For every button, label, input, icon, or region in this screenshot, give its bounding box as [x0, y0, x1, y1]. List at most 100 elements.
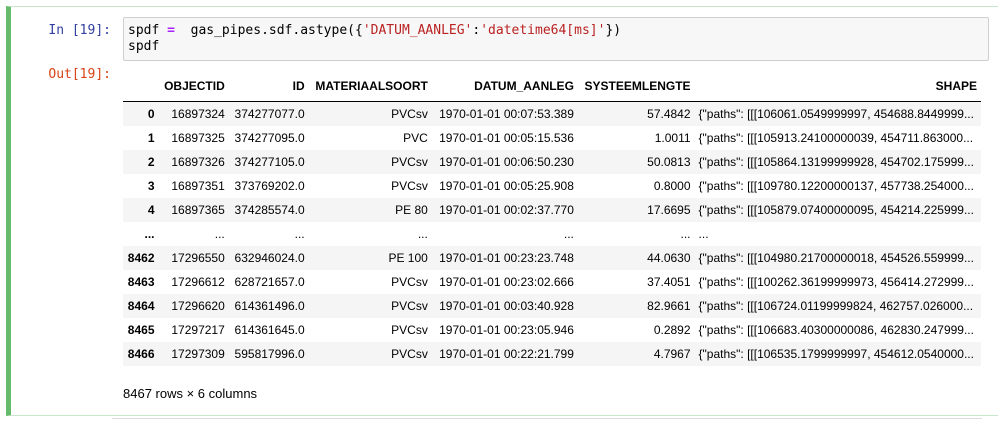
code-call: gas_pipes.sdf.astype({ — [190, 23, 363, 38]
column-header: ID — [228, 71, 309, 102]
column-header: SYSTEEMLENGTE — [577, 71, 695, 102]
table-cell: ... — [563, 227, 574, 241]
table-cell: 16897351 — [171, 179, 225, 193]
table-cell: PVCsv — [391, 275, 428, 289]
row-index: 3 — [147, 179, 155, 193]
header-row: OBJECTID ID MATERIAALSOORT DATUM_AANLEG SYST… — [123, 71, 981, 102]
table-cell: ... — [214, 227, 225, 241]
table-row: 8464 17296620 614361496.0 PVCsv 1970-01-01 0… — [123, 294, 981, 318]
table-cell: 17296550 — [171, 251, 225, 265]
table-cell: 37.4051 — [647, 275, 691, 289]
table-cell: 1970-01-01 00:22:21.799 — [439, 347, 574, 361]
code-key: 'DATUM_AANLEG' — [362, 23, 473, 38]
table-cell: 374277105.0 — [234, 155, 305, 169]
table-cell: {"paths": [[[100262.36199999973, 456414.… — [698, 275, 974, 289]
table-row: 8466 17297309 595817996.0 PVCsv 1970-01-01 0… — [123, 342, 981, 366]
table-cell: PVCsv — [391, 299, 428, 313]
table-cell: 0.8000 — [653, 179, 691, 193]
dataframe-summary: 8467 rows × 6 columns — [123, 386, 258, 401]
table-cell: {"paths": [[[106535.1799999997, 454612.0… — [698, 347, 974, 361]
table-cell: PVCsv — [391, 107, 428, 121]
table-cell: 16897326 — [171, 155, 225, 169]
row-index: 8464 — [127, 299, 155, 313]
table-cell: 1970-01-01 00:05:25.908 — [439, 179, 574, 193]
table-cell: 16897324 — [171, 107, 225, 121]
code-value: 'datetime64[ms]' — [480, 23, 606, 38]
code-operator: = — [167, 23, 175, 38]
output-prompt: Out[19]: — [48, 67, 111, 82]
table-cell: 57.4842 — [647, 107, 691, 121]
table-cell: ... — [698, 227, 709, 241]
table-cell: PVC — [403, 131, 428, 145]
table-row: 8465 17297217 614361645.0 PVCsv 1970-01-01 0… — [123, 318, 981, 342]
table-body: 0 16897324 374277077.0 PVCsv 1970-01-01 00:0… — [123, 101, 981, 366]
table-cell: ... — [294, 227, 305, 241]
table-cell: {"paths": [[[106724.01199999824, 462757.… — [698, 299, 974, 313]
table-row: 8463 17296612 628721657.0 PVCsv 1970-01-01 0… — [123, 270, 981, 294]
code-call-end: }) — [605, 23, 622, 38]
table-cell: 16897325 — [171, 131, 225, 145]
table-cell: 1970-01-01 00:05:15.536 — [439, 131, 574, 145]
table-cell: 374285574.0 — [234, 203, 305, 217]
table-cell: 50.0813 — [647, 155, 691, 169]
table-cell: 82.9661 — [647, 299, 691, 313]
table-cell: {"paths": [[[105864.13199999928, 454702.… — [698, 155, 974, 169]
table-cell: 614361496.0 — [234, 299, 305, 313]
table-cell: {"paths": [[[106061.0549999997, 454688.8… — [698, 107, 974, 121]
row-index: 8462 — [127, 251, 155, 265]
table-cell: 1970-01-01 00:23:23.748 — [439, 251, 574, 265]
row-index: 8466 — [127, 347, 155, 361]
row-index: ... — [144, 227, 155, 241]
table-cell: PVCsv — [391, 323, 428, 337]
table-cell: PVCsv — [391, 347, 428, 361]
table-cell: ... — [417, 227, 428, 241]
table-cell: {"paths": [[[106683.40300000086, 462830.… — [698, 323, 974, 337]
row-index: 4 — [147, 203, 155, 217]
table-cell: 1970-01-01 00:23:05.946 — [439, 323, 574, 337]
notebook-cell[interactable]: In [19]: spdf = gas_pipes.sdf.astype({'D… — [6, 6, 998, 416]
table-cell: 17296620 — [171, 299, 225, 313]
table-cell: PE 80 — [395, 203, 428, 217]
table-cell: 1970-01-01 00:06:50.230 — [439, 155, 574, 169]
table-cell: 17296612 — [171, 275, 225, 289]
table-header: OBJECTID ID MATERIAALSOORT DATUM_AANLEG SYST… — [123, 71, 981, 102]
table-cell: 1970-01-01 00:02:37.770 — [439, 203, 574, 217]
table-cell: 0.2892 — [653, 323, 691, 337]
code-line-2: spdf — [128, 39, 160, 54]
table-cell: 44.0630 — [647, 251, 691, 265]
table-cell: ... — [680, 227, 691, 241]
table-cell: 373769202.0 — [234, 179, 305, 193]
table-cell: {"paths": [[[105879.07400000095, 454214.… — [698, 203, 974, 217]
table-row: 4 16897365 374285574.0 PE 80 1970-01-01 00:0… — [123, 198, 981, 222]
table-cell: 1970-01-01 00:03:40.928 — [439, 299, 574, 313]
dataframe-table: OBJECTID ID MATERIAALSOORT DATUM_AANLEG SYST… — [123, 71, 981, 366]
row-index: 0 — [147, 107, 155, 121]
column-header: SHAPE — [694, 71, 981, 102]
row-index: 1 — [147, 131, 155, 145]
table-row: 8462 17296550 632946024.0 PE 100 1970-01-01 … — [123, 246, 981, 270]
column-header: OBJECTID — [158, 71, 229, 102]
table-cell: 614361645.0 — [234, 323, 305, 337]
table-row: 0 16897324 374277077.0 PVCsv 1970-01-01 00:0… — [123, 101, 981, 126]
table-cell: {"paths": [[[105913.24100000039, 454711.… — [698, 131, 974, 145]
table-cell: 374277077.0 — [234, 107, 305, 121]
table-cell: PE 100 — [388, 251, 428, 265]
table-cell: 4.7967 — [653, 347, 691, 361]
code-line-1: spdf = gas_pipes.sdf.astype({'DATUM_AANL… — [128, 23, 984, 39]
table-cell: 374277095.0 — [234, 131, 305, 145]
table-cell: 595817996.0 — [234, 347, 305, 361]
row-index: 2 — [147, 155, 155, 169]
table-cell: 632946024.0 — [234, 251, 305, 265]
table-cell: 628721657.0 — [234, 275, 305, 289]
table-cell: 1970-01-01 00:23:02.666 — [439, 275, 574, 289]
code-var: spdf — [128, 23, 160, 38]
table-row: 2 16897326 374277105.0 PVCsv 1970-01-01 00:0… — [123, 150, 981, 174]
column-header — [123, 71, 159, 102]
table-cell: {"paths": [[[104980.21700000018, 454526.… — [698, 251, 974, 265]
column-header: MATERIAALSOORT — [308, 71, 432, 102]
code-editor[interactable]: spdf = gas_pipes.sdf.astype({'DATUM_AANL… — [123, 17, 989, 61]
table-cell: 1970-01-01 00:07:53.389 — [439, 107, 574, 121]
table-row: 1 16897325 374277095.0 PVC 1970-01-01 00:05:… — [123, 126, 981, 150]
input-prompt: In [19]: — [48, 23, 111, 38]
table-cell: 17297217 — [171, 323, 225, 337]
